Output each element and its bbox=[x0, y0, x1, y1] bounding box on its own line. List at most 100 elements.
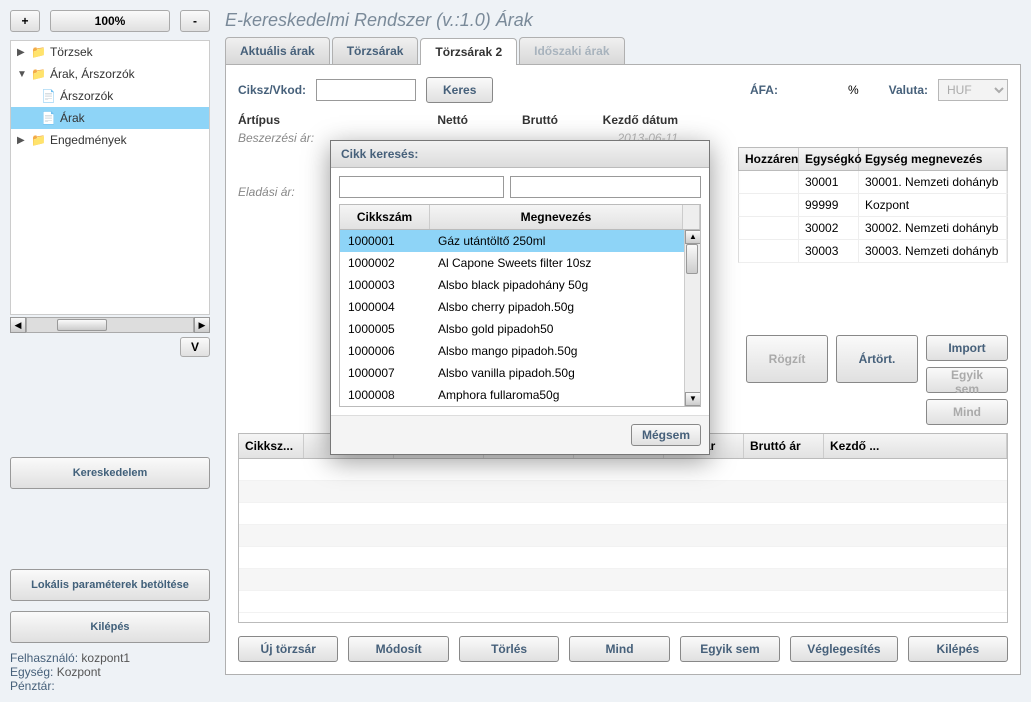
list-item[interactable]: 1000006Alsbo mango pipadoh.50g bbox=[340, 340, 700, 362]
tree-item-arak-arszorzok[interactable]: ▼ 📁 Árak, Árszorzók bbox=[11, 63, 209, 85]
bottom-button-bar: Új törzsár Módosít Törlés Mind Egyik sem… bbox=[238, 636, 1008, 662]
mind-bottom-button[interactable]: Mind bbox=[569, 636, 669, 662]
col-hozzaren[interactable]: Hozzáren bbox=[739, 148, 799, 170]
afa-label: ÁFA: bbox=[750, 83, 778, 97]
col-kezdo[interactable]: Kezdő ... bbox=[824, 434, 1007, 458]
price-header: Ártípus Nettó Bruttó Kezdő dátum bbox=[238, 113, 1008, 127]
egyik-sem-button: Egyik sem bbox=[926, 367, 1008, 393]
table-row[interactable] bbox=[239, 503, 1007, 525]
table-row[interactable]: 3000230002. Nemzeti dohányb bbox=[738, 217, 1008, 240]
page-title: E-kereskedelmi Rendszer (v.:1.0) Árak bbox=[225, 10, 1021, 31]
table-row[interactable] bbox=[239, 547, 1007, 569]
chevron-down-icon[interactable]: ▼ bbox=[17, 69, 27, 80]
scroll-track[interactable] bbox=[26, 317, 194, 333]
tabs: Aktuális árak Törzsárak Törzsárak 2 Idős… bbox=[225, 37, 1021, 65]
col-artipus: Ártípus bbox=[238, 113, 378, 127]
scroll-thumb[interactable] bbox=[57, 319, 107, 331]
popup-vscrollbar[interactable]: ▲ ▼ bbox=[684, 230, 700, 406]
veglegesites-button[interactable]: Véglegesítés bbox=[790, 636, 897, 662]
egyik-sem-bottom-button[interactable]: Egyik sem bbox=[680, 636, 780, 662]
list-item[interactable]: 1000001Gáz utántöltő 250ml bbox=[340, 230, 700, 252]
nav-tree: ▶ 📁 Törzsek ▼ 📁 Árak, Árszorzók 📄 Árszor… bbox=[10, 40, 210, 315]
afa-percent: % bbox=[848, 83, 859, 97]
modosit-button[interactable]: Módosít bbox=[348, 636, 448, 662]
status-bar: Felhasználó: kozpont1 Egység: Kozpont Pé… bbox=[10, 651, 210, 693]
popup-megnevezes-input[interactable] bbox=[510, 176, 701, 198]
table-row[interactable] bbox=[239, 591, 1007, 613]
chevron-right-icon[interactable]: ▶ bbox=[17, 47, 27, 58]
mind-button: Mind bbox=[926, 399, 1008, 425]
zoom-controls: + 100% - bbox=[10, 10, 210, 32]
torles-button[interactable]: Törlés bbox=[459, 636, 559, 662]
scroll-thumb[interactable] bbox=[686, 244, 698, 274]
tree-item-torzsek[interactable]: ▶ 📁 Törzsek bbox=[11, 41, 209, 63]
tree-label: Árszorzók bbox=[60, 89, 113, 103]
col-cikkszam[interactable]: Cikkszám bbox=[340, 205, 430, 229]
tree-hscrollbar[interactable]: ◀ ▶ bbox=[10, 317, 210, 333]
col-cikksz[interactable]: Cikksz... bbox=[239, 434, 304, 458]
popup-rows: 1000001Gáz utántöltő 250ml 1000002Al Cap… bbox=[339, 230, 701, 407]
scroll-up-icon[interactable]: ▲ bbox=[685, 230, 701, 244]
lokalis-parameterek-button[interactable]: Lokális paraméterek betöltése bbox=[10, 569, 210, 601]
list-item[interactable]: 1000005Alsbo gold pipadoh50 bbox=[340, 318, 700, 340]
ciksz-label: Ciksz/Vkod: bbox=[238, 83, 306, 97]
chevron-right-icon[interactable]: ▶ bbox=[17, 135, 27, 146]
col-egyseg-megnevezes[interactable]: Egység megnevezés bbox=[859, 148, 1007, 170]
list-item[interactable]: 1000007Alsbo vanilla pipadoh.50g bbox=[340, 362, 700, 384]
tree-label: Engedmények bbox=[50, 133, 127, 147]
popup-cikkszam-input[interactable] bbox=[339, 176, 504, 198]
ciksz-input[interactable] bbox=[316, 79, 416, 101]
rogzit-button: Rögzít bbox=[746, 335, 828, 383]
folder-icon: 📁 bbox=[31, 67, 46, 81]
tree-item-engedmenyek[interactable]: ▶ 📁 Engedmények bbox=[11, 129, 209, 151]
search-row: Ciksz/Vkod: Keres ÁFA: % Valuta: HUF bbox=[238, 77, 1008, 103]
sidebar: + 100% - ▶ 📁 Törzsek ▼ 📁 Árak, Árszorzók… bbox=[10, 10, 210, 690]
tree-item-arszorzok[interactable]: 📄 Árszorzók bbox=[11, 85, 209, 107]
list-item[interactable]: 1000003Alsbo black pipadohány 50g bbox=[340, 274, 700, 296]
scroll-down-icon[interactable]: ▼ bbox=[685, 392, 701, 406]
tab-torzsarak2[interactable]: Törzsárak 2 bbox=[420, 38, 517, 65]
col-egysegkod[interactable]: Egységkó bbox=[799, 148, 859, 170]
table-row[interactable] bbox=[239, 481, 1007, 503]
list-item[interactable]: 1000008Amphora fullaroma50g bbox=[340, 384, 700, 406]
tab-aktualis-arak[interactable]: Aktuális árak bbox=[225, 37, 330, 64]
kilepes-bottom-button[interactable]: Kilépés bbox=[908, 636, 1008, 662]
zoom-out-button[interactable]: - bbox=[180, 10, 210, 32]
keres-button[interactable]: Keres bbox=[426, 77, 493, 103]
kilepes-side-button[interactable]: Kilépés bbox=[10, 611, 210, 643]
status-user-value: kozpont1 bbox=[81, 651, 130, 665]
megsem-button[interactable]: Mégsem bbox=[631, 424, 701, 446]
col-megnevezes[interactable]: Megnevezés bbox=[430, 205, 683, 229]
tree-item-arak[interactable]: 📄 Árak bbox=[11, 107, 209, 129]
table-row[interactable]: 99999Kozpont bbox=[738, 194, 1008, 217]
cikk-kereses-popup: Cikk keresés: Cikkszám Megnevezés 100000… bbox=[330, 140, 710, 455]
tab-torzsarak[interactable]: Törzsárak bbox=[332, 37, 419, 64]
table-row[interactable]: 3000330003. Nemzeti dohányb bbox=[738, 240, 1008, 263]
popup-title: Cikk keresés: bbox=[331, 141, 709, 168]
status-user-label: Felhasználó: bbox=[10, 651, 78, 665]
table-row[interactable]: 3000130001. Nemzeti dohányb bbox=[738, 171, 1008, 194]
table-row[interactable] bbox=[239, 569, 1007, 591]
scroll-right-icon[interactable]: ▶ bbox=[194, 317, 210, 333]
table-row[interactable] bbox=[239, 525, 1007, 547]
status-cash-label: Pénztár: bbox=[10, 679, 55, 693]
collapse-button[interactable]: V bbox=[180, 337, 210, 357]
popup-table-head: Cikkszám Megnevezés bbox=[339, 204, 701, 230]
col-brutto-ar[interactable]: Bruttó ár bbox=[744, 434, 824, 458]
scroll-left-icon[interactable]: ◀ bbox=[10, 317, 26, 333]
uj-torzsar-button[interactable]: Új törzsár bbox=[238, 636, 338, 662]
valuta-label: Valuta: bbox=[889, 83, 928, 97]
tree-label: Törzsek bbox=[50, 45, 93, 59]
artort-button[interactable]: Ártört. bbox=[836, 335, 918, 383]
kereskedelem-button[interactable]: Kereskedelem bbox=[10, 457, 210, 489]
zoom-in-button[interactable]: + bbox=[10, 10, 40, 32]
col-brutto: Bruttó bbox=[468, 113, 558, 127]
status-unit-label: Egység: bbox=[10, 665, 53, 679]
status-unit-value: Kozpont bbox=[57, 665, 101, 679]
import-button[interactable]: Import bbox=[926, 335, 1008, 361]
list-item[interactable]: 1000002Al Capone Sweets filter 10sz bbox=[340, 252, 700, 274]
popup-footer: Mégsem bbox=[331, 415, 709, 454]
list-item[interactable]: 1000004Alsbo cherry pipadoh.50g bbox=[340, 296, 700, 318]
table-row[interactable] bbox=[239, 459, 1007, 481]
zoom-percent-button[interactable]: 100% bbox=[50, 10, 170, 32]
